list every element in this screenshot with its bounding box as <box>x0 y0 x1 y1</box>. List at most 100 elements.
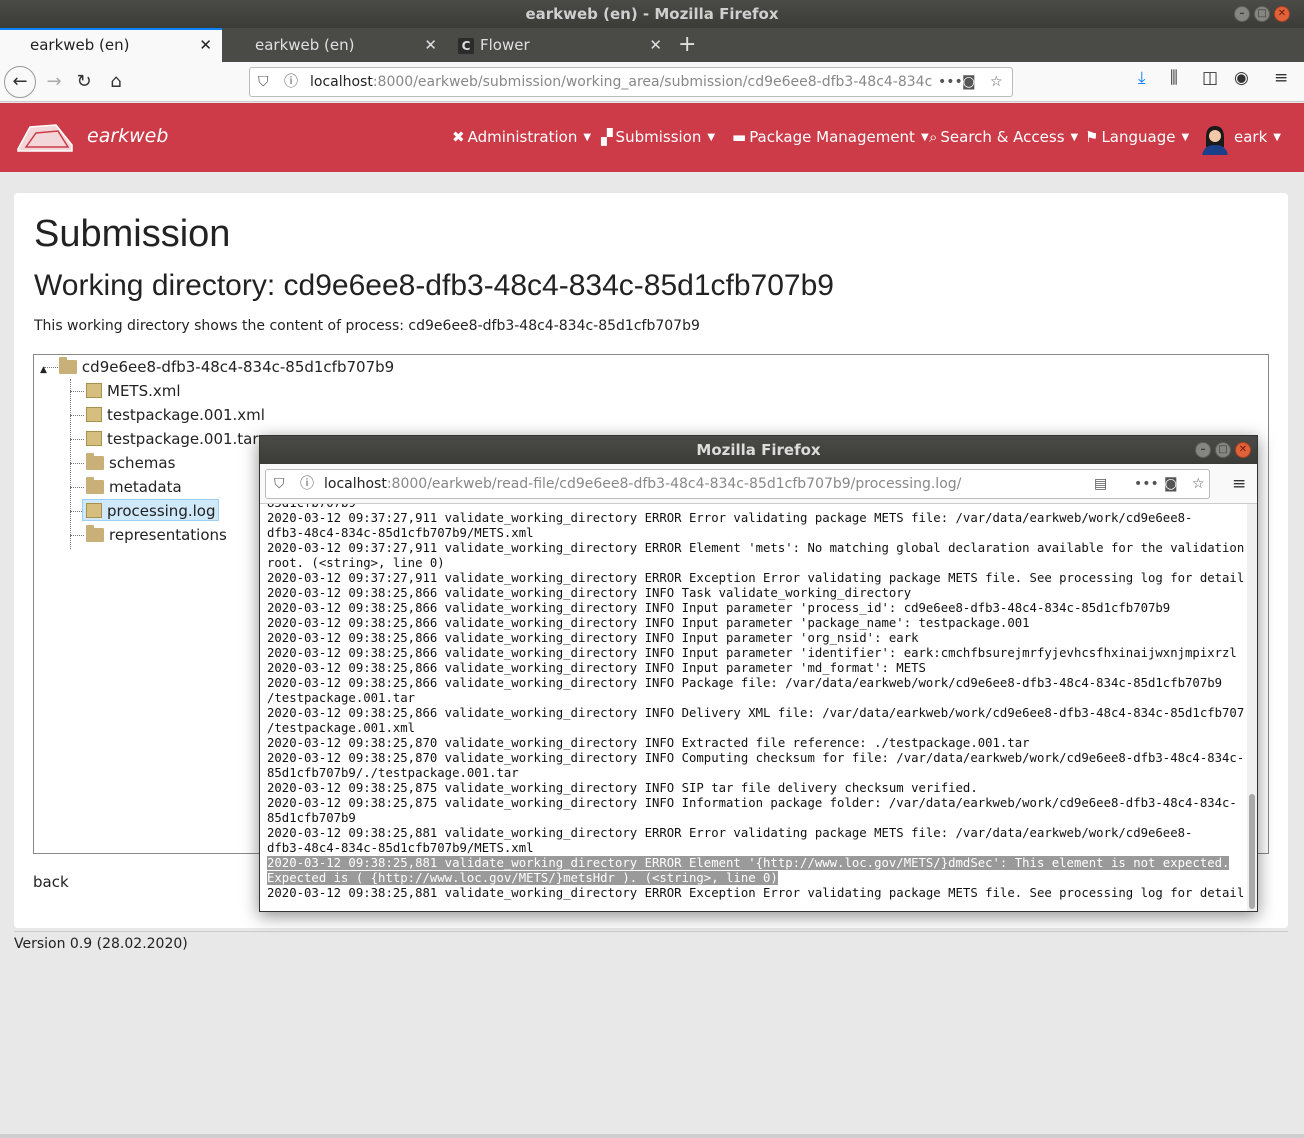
log-line: dfb3-48c4-834c-85d1cfb707b9/METS.xml <box>267 526 534 540</box>
tree-root[interactable]: ▲ cd9e6ee8-dfb3-48c4-834c-85d1cfb707b9 <box>40 356 394 378</box>
url-path: :8000/earkweb/submission/working_area/su… <box>372 74 933 90</box>
brand-name[interactable]: earkweb <box>87 125 168 147</box>
working-directory-heading: Working directory: cd9e6ee8-dfb3-48c4-83… <box>34 269 834 302</box>
log-line: 2020-03-12 09:38:25,881 validate_working… <box>267 886 1245 900</box>
log-line: root. (<string>, line 0) <box>267 556 445 570</box>
tab-flower[interactable]: C Flower ✕ <box>450 28 672 62</box>
log-lines: 85d1cfb707b9 2020-03-12 09:37:27,911 vali… <box>267 504 1245 856</box>
back-arrow-icon[interactable]: ← <box>4 66 36 98</box>
log-line: dfb3-48c4-834c-85d1cfb707b9/METS.xml <box>267 841 534 855</box>
log-line-highlighted: Expected is ( {http://www.loc.gov/METS/}… <box>267 871 778 885</box>
close-tab-icon[interactable]: ✕ <box>649 28 662 62</box>
file-icon <box>86 407 102 422</box>
description-text: This working directory shows the content… <box>34 318 700 334</box>
popup-window: Mozilla Firefox – □ ✕ ⛉ ⓘ localhost:8000… <box>259 435 1258 912</box>
menu-administration[interactable]: ✖ Administration ▼ <box>452 128 591 146</box>
log-line: 2020-03-12 09:38:25,875 validate_working… <box>267 781 978 795</box>
minimize-button[interactable]: – <box>1195 442 1211 458</box>
caret-down-icon: ▼ <box>583 132 592 143</box>
url-bar[interactable]: ⛉ ⓘ localhost:8000/earkweb/submission/wo… <box>249 67 1013 97</box>
window-titlebar: earkweb (en) - Mozilla Firefox – □ ✕ <box>0 0 1304 28</box>
page-actions-icon[interactable]: ••• <box>934 68 963 96</box>
close-window-button[interactable]: ✕ <box>1235 442 1251 458</box>
close-window-button[interactable]: ✕ <box>1274 6 1290 22</box>
log-line: /testpackage.001.tar <box>267 691 416 705</box>
caret-down-icon: ▼ <box>1273 132 1281 143</box>
menu-language[interactable]: ⚑ Language ▼ <box>1085 128 1189 146</box>
folder-icon <box>86 477 104 494</box>
tab-earkweb-2[interactable]: earkweb (en) ✕ <box>225 28 447 62</box>
pocket-icon[interactable]: ◙ <box>1164 470 1178 498</box>
log-line: 2020-03-12 09:38:25,870 validate_working… <box>267 736 1030 750</box>
tree-item-mets[interactable]: METS.xml <box>86 380 181 402</box>
hamburger-menu-icon[interactable]: ≡ <box>1232 474 1246 494</box>
caret-down-icon: ▼ <box>1070 132 1079 143</box>
log-line: 2020-03-12 09:38:25,866 validate_working… <box>267 601 1171 615</box>
home-icon[interactable]: ⌂ <box>102 68 130 96</box>
log-line: 2020-03-12 09:38:25,881 validate_working… <box>267 826 1193 840</box>
log-content[interactable]: 85d1cfb707b9 2020-03-12 09:37:27,911 vali… <box>260 504 1245 911</box>
navigation-toolbar: ← → ↻ ⌂ ⛉ ⓘ localhost:8000/earkweb/submi… <box>0 62 1304 102</box>
tab-earkweb-1[interactable]: earkweb (en) ✕ <box>0 28 222 62</box>
tree-item-metadata[interactable]: metadata <box>86 476 182 498</box>
minimize-button[interactable]: – <box>1234 6 1250 22</box>
close-tab-icon[interactable]: ✕ <box>424 28 437 62</box>
caret-down-icon: ▼ <box>1181 132 1190 143</box>
file-icon <box>86 383 102 398</box>
log-scrollbar[interactable] <box>1247 504 1257 911</box>
scrollbar-thumb[interactable] <box>1249 794 1255 909</box>
url-host: localhost <box>310 74 373 90</box>
folder-icon <box>86 525 104 542</box>
library-icon[interactable]: ⫼ <box>1170 68 1178 88</box>
popup-titlebar: Mozilla Firefox – □ ✕ <box>260 436 1257 464</box>
log-line: 85d1cfb707b9 <box>267 811 356 825</box>
reader-view-icon[interactable]: ▤ <box>1094 470 1108 498</box>
shield-icon[interactable]: ⛉ <box>258 68 269 96</box>
sitemap-icon: ▞ <box>601 128 613 146</box>
sidebar-icon[interactable]: ◫ <box>1202 68 1218 88</box>
menu-submission[interactable]: ▞ Submission ▼ <box>601 128 715 146</box>
log-line: 85d1cfb707b9/./testpackage.001.tar <box>267 766 519 780</box>
info-icon[interactable]: ⓘ <box>300 470 314 498</box>
file-icon <box>86 431 102 446</box>
pocket-icon[interactable]: ◙ <box>962 68 976 96</box>
file-icon <box>86 503 102 518</box>
menu-search-access[interactable]: ⌕ Search & Access ▼ <box>929 128 1078 146</box>
page-title: Submission <box>34 213 231 255</box>
menu-package-management[interactable]: ▬ Package Management ▼ <box>732 128 929 146</box>
maximize-button[interactable]: □ <box>1215 442 1231 458</box>
popup-toolbar: ⛉ ⓘ localhost:8000/earkweb/read-file/cd9… <box>260 464 1257 504</box>
tree-item-processing-log[interactable]: processing.log <box>82 499 220 521</box>
hamburger-menu-icon[interactable]: ≡ <box>1274 68 1288 88</box>
page-actions-icon[interactable]: ••• <box>1134 470 1159 498</box>
maximize-button[interactable]: □ <box>1254 6 1270 22</box>
close-tab-icon[interactable]: ✕ <box>199 30 212 61</box>
flower-favicon-icon: C <box>458 37 474 54</box>
menu-user[interactable]: eark ▼ <box>1234 128 1281 146</box>
version-text: Version 0.9 (28.02.2020) <box>14 936 188 952</box>
back-link[interactable]: back <box>33 873 69 891</box>
tab-label: earkweb (en) <box>30 36 130 54</box>
log-line: /testpackage.001.xml <box>267 721 416 735</box>
new-tab-icon[interactable]: + <box>678 28 696 62</box>
tree-item-schemas[interactable]: schemas <box>86 452 175 474</box>
flag-icon: ⚑ <box>1085 128 1099 146</box>
bookmark-star-icon[interactable]: ☆ <box>990 68 1003 96</box>
tree-collapse-icon[interactable]: ▲ <box>40 365 47 375</box>
tree-item-testpackage-xml[interactable]: testpackage.001.xml <box>86 404 265 426</box>
reload-icon[interactable]: ↻ <box>70 68 98 96</box>
tree-item-testpackage-tar[interactable]: testpackage.001.tar <box>86 428 259 450</box>
earkweb-logo-icon[interactable] <box>16 121 74 153</box>
popup-url-bar[interactable]: ⛉ ⓘ localhost:8000/earkweb/read-file/cd9… <box>265 469 1210 499</box>
shield-icon[interactable]: ⛉ <box>274 470 285 498</box>
info-icon[interactable]: ⓘ <box>284 68 298 96</box>
user-avatar[interactable] <box>1200 123 1230 155</box>
tree-item-representations[interactable]: representations <box>86 524 227 546</box>
log-line: 2020-03-12 09:38:25,866 validate_working… <box>267 646 1237 660</box>
forward-arrow-icon[interactable]: → <box>40 68 68 96</box>
downloads-icon[interactable]: ⤓ <box>1138 68 1146 88</box>
account-icon[interactable]: ◉ <box>1234 68 1249 88</box>
bookmark-star-icon[interactable]: ☆ <box>1192 470 1205 498</box>
footer-divider <box>14 931 1288 932</box>
log-line: 2020-03-12 09:37:27,911 validate_working… <box>267 511 1193 525</box>
